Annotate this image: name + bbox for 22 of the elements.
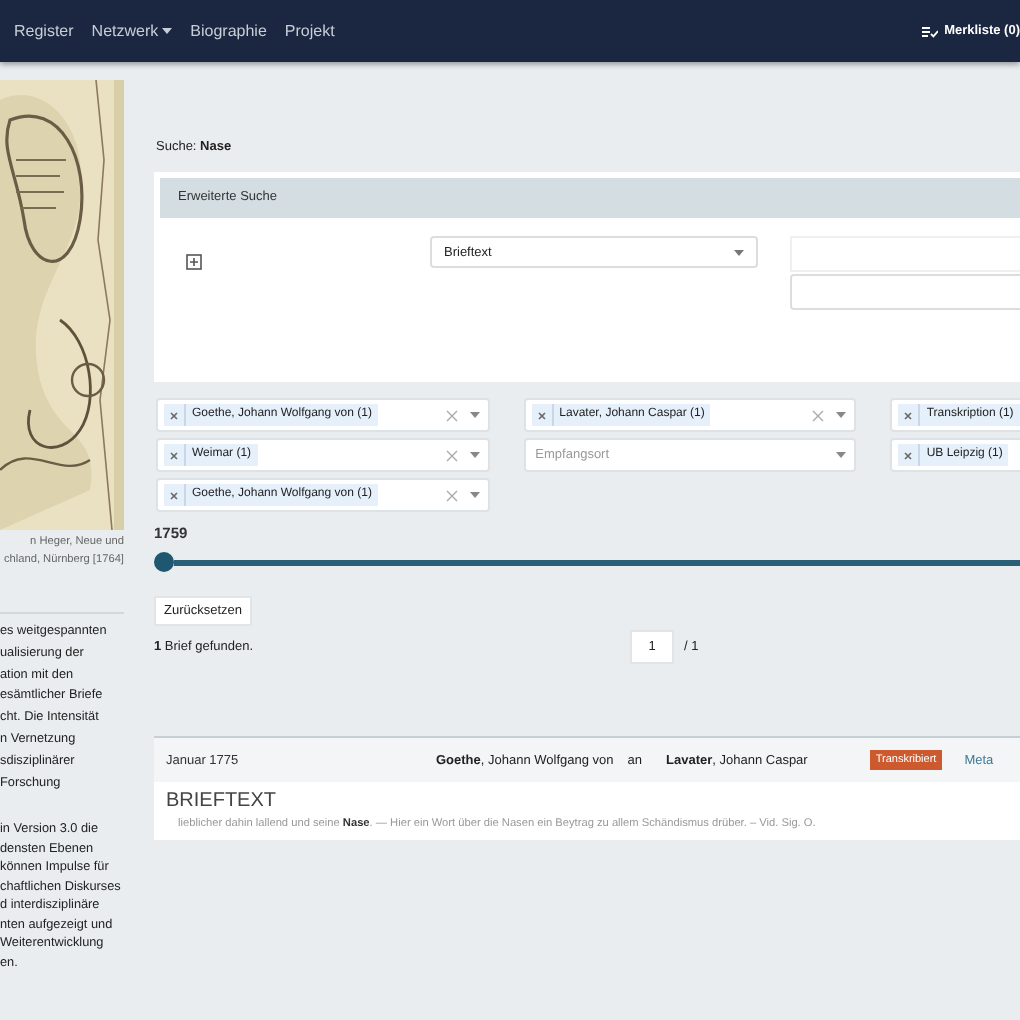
remove-icon[interactable]	[904, 451, 913, 459]
remove-icon[interactable]	[537, 411, 546, 419]
input-field[interactable]	[790, 274, 1020, 310]
list-check-icon	[922, 25, 939, 37]
remove-icon[interactable]	[170, 451, 178, 459]
caret-icon	[469, 492, 480, 498]
remove-icon[interactable]	[170, 491, 178, 499]
nav-link[interactable]: Projekt	[284, 22, 335, 40]
input-field[interactable]	[790, 236, 1020, 272]
caret-icon	[469, 412, 480, 418]
caret-icon	[734, 249, 744, 255]
slider-handle[interactable]	[154, 552, 174, 572]
plus-square-icon[interactable]	[186, 254, 202, 270]
remove-icon[interactable]	[170, 411, 178, 419]
nav-link[interactable]: Biographie	[190, 22, 267, 40]
caret-icon	[836, 452, 847, 458]
caret-icon	[836, 412, 847, 418]
nav-link[interactable]: Register	[14, 22, 74, 40]
nav-link[interactable]: Netzwerk	[91, 22, 173, 40]
caret-icon	[469, 452, 480, 458]
remove-icon[interactable]	[904, 411, 913, 419]
section-heading: BRIEFTEXT	[166, 790, 279, 814]
